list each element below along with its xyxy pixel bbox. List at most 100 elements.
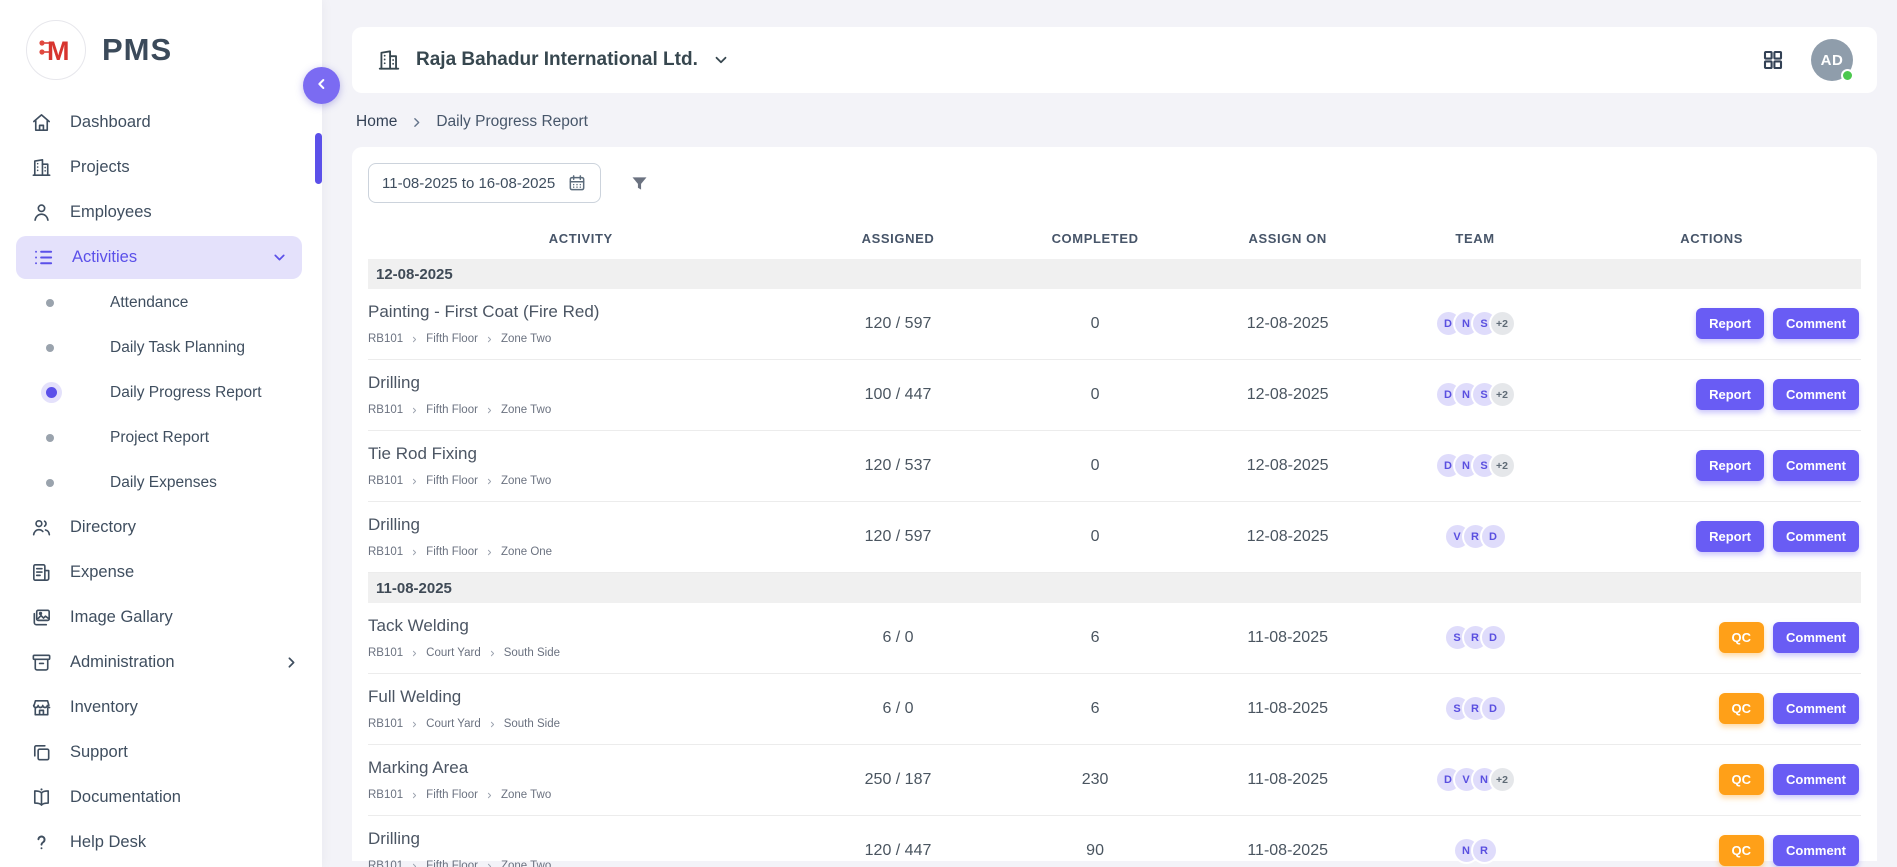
building-icon bbox=[376, 47, 402, 73]
company-name: Raja Bahadur International Ltd. bbox=[416, 49, 698, 71]
sidebar-subitem-daily-progress-report[interactable]: Daily Progress Report bbox=[0, 370, 322, 415]
activity-cell: Full WeldingRB101Court YardSouth Side bbox=[368, 687, 794, 730]
date-range-input[interactable]: 11-08-2025 to 16-08-2025 bbox=[368, 163, 601, 203]
activity-cell: Tie Rod FixingRB101Fifth FloorZone Two bbox=[368, 444, 794, 487]
home-icon bbox=[30, 111, 53, 134]
filter-icon[interactable] bbox=[629, 173, 650, 194]
sidebar-subitem-attendance[interactable]: Attendance bbox=[0, 280, 322, 325]
sidebar-subitem-label: Daily Progress Report bbox=[110, 384, 262, 402]
path-segment: RB101 bbox=[368, 860, 403, 867]
sidebar-subitem-project-report[interactable]: Project Report bbox=[0, 415, 322, 460]
sidebar-item-employees[interactable]: Employees bbox=[0, 190, 322, 235]
chevron-right-icon bbox=[485, 477, 494, 486]
path-segment: Fifth Floor bbox=[426, 333, 478, 345]
team-avatar: D bbox=[1480, 624, 1507, 651]
activity-title: Drilling bbox=[368, 829, 786, 849]
comment-button[interactable]: Comment bbox=[1773, 764, 1859, 795]
assigned-value: 100 / 447 bbox=[794, 386, 1003, 404]
column-header-team: TEAM bbox=[1388, 231, 1563, 246]
activity-title: Marking Area bbox=[368, 758, 786, 778]
top-bar-right: AD bbox=[1761, 39, 1853, 81]
report-button[interactable]: Report bbox=[1696, 450, 1764, 481]
sidebar-subitem-daily-task-planning[interactable]: Daily Task Planning bbox=[0, 325, 322, 370]
comment-button[interactable]: Comment bbox=[1773, 450, 1859, 481]
people-icon bbox=[30, 516, 53, 539]
copy-icon bbox=[30, 741, 53, 764]
sidebar-item-help-desk[interactable]: Help Desk bbox=[0, 820, 322, 865]
path-segment: South Side bbox=[504, 718, 560, 730]
table-header-row: ACTIVITYASSIGNEDCOMPLETEDASSIGN ONTEAMAC… bbox=[368, 217, 1861, 259]
comment-button[interactable]: Comment bbox=[1773, 622, 1859, 653]
breadcrumb-home[interactable]: Home bbox=[356, 113, 397, 131]
sidebar-item-documentation[interactable]: Documentation bbox=[0, 775, 322, 820]
path-segment: Zone Two bbox=[501, 860, 551, 867]
completed-value: 0 bbox=[1003, 386, 1188, 404]
activity-title: Full Welding bbox=[368, 687, 786, 707]
sidebar-item-label: Activities bbox=[72, 248, 137, 267]
user-avatar[interactable]: AD bbox=[1811, 39, 1853, 81]
table-row: Tie Rod FixingRB101Fifth FloorZone Two12… bbox=[368, 431, 1861, 502]
column-header-activity: ACTIVITY bbox=[368, 231, 794, 246]
comment-button[interactable]: Comment bbox=[1773, 308, 1859, 339]
path-segment: Zone One bbox=[501, 546, 552, 558]
team-avatars: DNS+2 bbox=[1388, 381, 1563, 408]
svg-text:M: M bbox=[47, 36, 70, 66]
date-range-value: 11-08-2025 to 16-08-2025 bbox=[382, 175, 555, 192]
comment-button[interactable]: Comment bbox=[1773, 693, 1859, 724]
list-icon bbox=[32, 246, 55, 269]
actions-cell: Report Comment bbox=[1562, 379, 1861, 410]
completed-value: 0 bbox=[1003, 315, 1188, 333]
assigned-value: 120 / 597 bbox=[794, 315, 1003, 333]
completed-value: 6 bbox=[1003, 629, 1188, 647]
actions-cell: Report Comment bbox=[1562, 308, 1861, 339]
sidebar-item-projects[interactable]: Projects bbox=[0, 145, 322, 190]
sidebar-item-directory[interactable]: Directory bbox=[0, 505, 322, 550]
activity-path: RB101Court YardSouth Side bbox=[368, 647, 786, 659]
report-button[interactable]: Report bbox=[1696, 308, 1764, 339]
path-segment: South Side bbox=[504, 647, 560, 659]
sidebar-item-label: Image Gallary bbox=[70, 608, 173, 627]
sidebar-item-label: Dashboard bbox=[70, 113, 151, 132]
completed-value: 230 bbox=[1003, 771, 1188, 789]
qc-button[interactable]: QC bbox=[1719, 693, 1765, 724]
completed-value: 0 bbox=[1003, 457, 1188, 475]
sidebar-collapse-button[interactable] bbox=[303, 67, 340, 104]
activity-cell: DrillingRB101Fifth FloorZone One bbox=[368, 515, 794, 558]
chevron-left-icon bbox=[314, 76, 330, 95]
team-avatars: NR bbox=[1388, 837, 1563, 864]
comment-button[interactable]: Comment bbox=[1773, 521, 1859, 552]
sidebar-item-expense[interactable]: Expense bbox=[0, 550, 322, 595]
comment-button[interactable]: Comment bbox=[1773, 835, 1859, 866]
chevron-down-icon bbox=[712, 51, 730, 69]
chevron-right-icon bbox=[485, 335, 494, 344]
grid-icon[interactable] bbox=[1761, 48, 1785, 72]
sidebar-subitem-daily-expenses[interactable]: Daily Expenses bbox=[0, 460, 322, 505]
report-button[interactable]: Report bbox=[1696, 521, 1764, 552]
sidebar-item-support[interactable]: Support bbox=[0, 730, 322, 775]
logo-m-circuit-icon: M bbox=[26, 20, 86, 80]
sidebar-item-image-gallary[interactable]: Image Gallary bbox=[0, 595, 322, 640]
team-extra-count: +2 bbox=[1489, 452, 1516, 479]
qc-button[interactable]: QC bbox=[1719, 764, 1765, 795]
path-segment: Zone Two bbox=[501, 475, 551, 487]
company-selector[interactable]: Raja Bahadur International Ltd. bbox=[376, 47, 730, 73]
qc-button[interactable]: QC bbox=[1719, 835, 1765, 866]
team-extra-count: +2 bbox=[1489, 766, 1516, 793]
chevron-right-icon bbox=[488, 720, 497, 729]
activity-title: Drilling bbox=[368, 373, 786, 393]
sidebar-item-inventory[interactable]: Inventory bbox=[0, 685, 322, 730]
sidebar-item-dashboard[interactable]: Dashboard bbox=[0, 100, 322, 145]
activity-path: RB101Fifth FloorZone Two bbox=[368, 333, 786, 345]
content-card: 11-08-2025 to 16-08-2025 ACTIVITYASSIGNE… bbox=[352, 147, 1877, 861]
activity-title: Painting - First Coat (Fire Red) bbox=[368, 302, 786, 322]
path-segment: Fifth Floor bbox=[426, 404, 478, 416]
chevron-right-icon bbox=[485, 862, 494, 867]
column-header-actions: ACTIONS bbox=[1562, 231, 1861, 246]
sidebar-item-activities[interactable]: Activities bbox=[16, 236, 302, 279]
report-button[interactable]: Report bbox=[1696, 379, 1764, 410]
comment-button[interactable]: Comment bbox=[1773, 379, 1859, 410]
activity-path: RB101Fifth FloorZone Two bbox=[368, 789, 786, 801]
path-segment: Fifth Floor bbox=[426, 860, 478, 867]
sidebar-item-administration[interactable]: Administration bbox=[0, 640, 322, 685]
qc-button[interactable]: QC bbox=[1719, 622, 1765, 653]
